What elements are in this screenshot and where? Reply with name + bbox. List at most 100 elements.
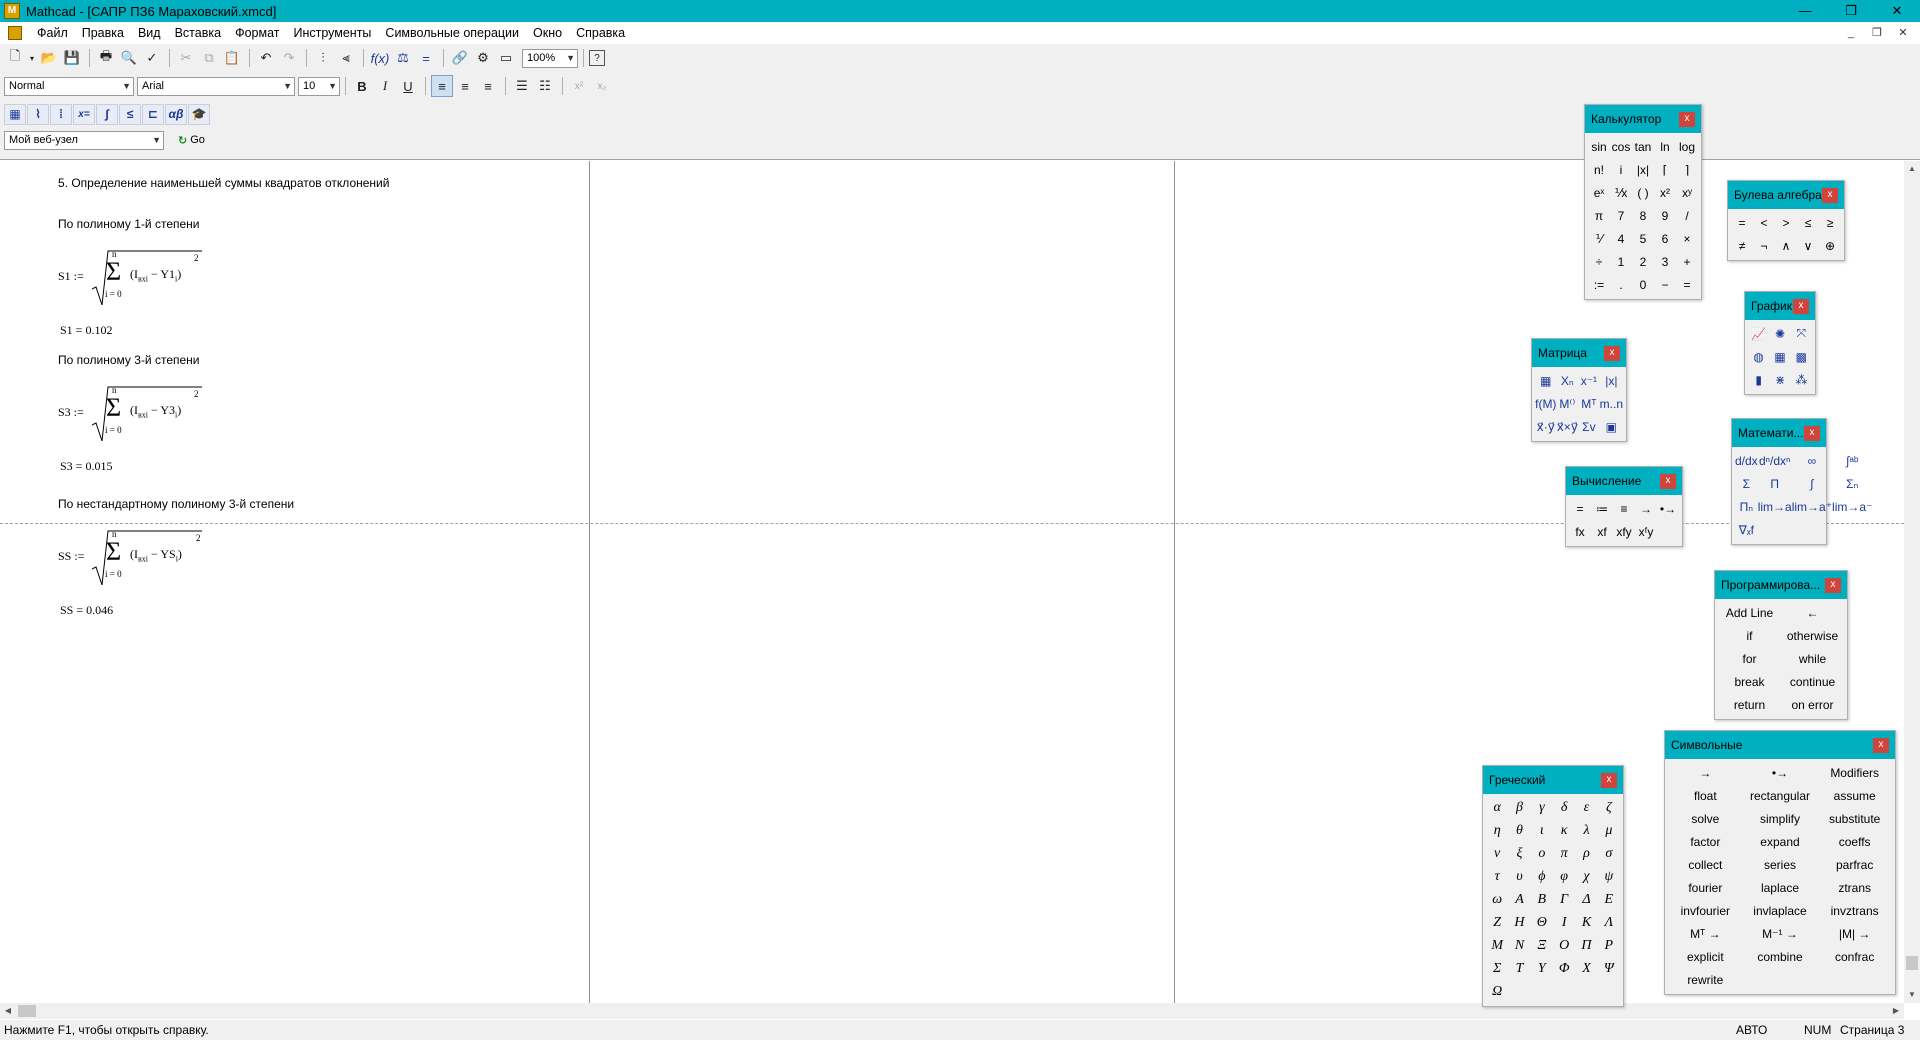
matrix-palette-button[interactable]: ▣ [1600, 415, 1623, 438]
greek-palette-button[interactable]: Θ [1531, 911, 1553, 934]
calculus-palette-button[interactable]: ∫ [1792, 472, 1832, 495]
matrix-palette-button[interactable]: Mᵀ [1578, 392, 1600, 415]
boolean-toolbar-icon[interactable]: ≤ [119, 103, 141, 125]
symbolic-palette-button[interactable]: series [1743, 853, 1818, 876]
text-region-degree1[interactable]: По полиному 1-й степени [58, 217, 200, 231]
evaluation-palette-button[interactable]: = [1569, 497, 1591, 520]
graph-palette-button[interactable]: ⋇ [1769, 368, 1790, 391]
subscript-icon[interactable]: x₂ [591, 75, 613, 97]
insert-hyperlink-icon[interactable]: 🔗 [449, 47, 471, 69]
font-select[interactable]: Arial ▼ [137, 76, 295, 96]
align-right-icon[interactable]: ≡ [477, 75, 499, 97]
calculator-palette-button[interactable]: ⌉ [1676, 158, 1698, 181]
matrix-palette-button[interactable]: ▦ [1535, 369, 1557, 392]
matrix-palette-button[interactable]: f(M) [1535, 392, 1557, 415]
result-ss[interactable]: SS = 0.046 [60, 603, 113, 618]
calculator-palette-button[interactable]: ⌈ [1654, 158, 1676, 181]
open-folder-icon[interactable]: 📂 [38, 47, 60, 69]
graph-palette-button[interactable]: ⤧ [1791, 322, 1812, 345]
calculator-palette-button[interactable]: 5 [1632, 227, 1654, 250]
go-button[interactable]: ↻ Go [172, 130, 211, 150]
menu-file[interactable]: Файл [30, 22, 75, 44]
undo-icon[interactable]: ↶ [255, 47, 277, 69]
symbolic-palette-button[interactable]: invztrans [1817, 899, 1892, 922]
boolean-palette-button[interactable]: ¬ [1753, 234, 1775, 257]
formula-ss[interactable]: SS := n Σ i = 0 (Iвхi − YSi) 2 [58, 527, 222, 587]
menu-insert[interactable]: Вставка [168, 22, 228, 44]
greek-palette-button[interactable]: υ [1508, 865, 1530, 888]
close-button[interactable]: ✕ [1874, 0, 1920, 22]
symbolic-palette-button[interactable]: rewrite [1668, 968, 1743, 991]
greek-palette-button[interactable]: ρ [1575, 842, 1597, 865]
greek-toolbar-icon[interactable]: αβ [165, 103, 187, 125]
matrix-palette-button[interactable]: m..n [1600, 392, 1623, 415]
symbolic-palette-button[interactable]: solve [1668, 807, 1743, 830]
symbolic-palette-button[interactable]: confrac [1817, 945, 1892, 968]
palette-title[interactable]: Математи... x [1732, 419, 1826, 447]
greek-palette-button[interactable]: ϕ [1531, 865, 1553, 888]
programming-palette-button[interactable]: return [1718, 693, 1781, 716]
scroll-thumb[interactable] [18, 1005, 36, 1017]
doc-minimize-button[interactable]: _ [1838, 22, 1864, 44]
calculus-palette-button[interactable]: d/dx [1735, 449, 1758, 472]
calculus-palette-button[interactable]: ∞ [1792, 449, 1832, 472]
greek-palette-button[interactable]: Χ [1575, 957, 1597, 980]
greek-palette-button[interactable]: σ [1598, 842, 1620, 865]
evaluation-palette-button[interactable]: ≡ [1613, 497, 1635, 520]
greek-palette-button[interactable]: Ω [1486, 980, 1508, 1003]
calculator-palette-button[interactable]: 2 [1632, 250, 1654, 273]
greek-palette-button[interactable]: Α [1508, 888, 1530, 911]
calculus-palette-button[interactable]: Πₙ [1735, 495, 1758, 518]
web-node-select[interactable]: Мой веб-узел ▼ [4, 130, 164, 150]
symbolic-palette-button[interactable]: |M| → [1817, 922, 1892, 945]
matrix-palette-button[interactable]: x⁻¹ [1578, 369, 1600, 392]
calculator-palette-button[interactable]: 6 [1654, 227, 1676, 250]
calculus-palette-button[interactable]: Π [1758, 472, 1792, 495]
scroll-right-icon[interactable]: ▶ [1888, 1003, 1904, 1019]
calculator-palette-button[interactable]: n! [1588, 158, 1610, 181]
evaluation-toolbar-icon[interactable]: x= [73, 103, 95, 125]
print-preview-icon[interactable]: 🔍 [118, 47, 140, 69]
greek-palette-button[interactable]: ο [1531, 842, 1553, 865]
print-icon[interactable]: 🖶 [95, 47, 117, 69]
greek-palette-button[interactable]: Τ [1508, 957, 1530, 980]
matrix-palette-button[interactable]: x⃗×y⃗ [1557, 415, 1579, 438]
symbolic-palette-button[interactable]: explicit [1668, 945, 1743, 968]
greek-palette-button[interactable]: λ [1575, 819, 1597, 842]
calculator-palette-button[interactable]: . [1610, 273, 1632, 296]
menu-window[interactable]: Окно [526, 22, 569, 44]
boolean-palette-button[interactable]: ≠ [1731, 234, 1753, 257]
symbolic-palette-button[interactable]: substitute [1817, 807, 1892, 830]
symbolic-palette-button[interactable]: parfrac [1817, 853, 1892, 876]
matrix-palette-button[interactable]: Σv [1578, 415, 1600, 438]
formula-s3[interactable]: S3 := n Σ i = 0 (Iвхi − Y3i) 2 [58, 383, 218, 443]
greek-palette-button[interactable]: Β [1531, 888, 1553, 911]
programming-palette-button[interactable]: on error [1781, 693, 1844, 716]
document-icon[interactable] [8, 26, 22, 40]
cut-icon[interactable]: ✂ [175, 47, 197, 69]
symbolic-palette-button[interactable]: factor [1668, 830, 1743, 853]
doc-restore-button[interactable]: ❐ [1864, 22, 1890, 44]
superscript-icon[interactable]: x² [568, 75, 590, 97]
graph-palette-button[interactable]: ▩ [1791, 345, 1812, 368]
calculator-palette-button[interactable]: 7 [1610, 204, 1632, 227]
graph-palette-button[interactable]: ⁂ [1791, 368, 1812, 391]
greek-palette-button[interactable]: Η [1508, 911, 1530, 934]
menu-tools[interactable]: Инструменты [286, 22, 378, 44]
close-icon[interactable]: x [1873, 738, 1889, 753]
palette-title[interactable]: Греческий x [1483, 766, 1623, 794]
mathcad-app-icon[interactable]: M [4, 3, 20, 19]
calculator-palette-button[interactable]: xʸ [1676, 181, 1698, 204]
greek-palette-button[interactable]: ι [1531, 819, 1553, 842]
greek-palette-button[interactable]: χ [1575, 865, 1597, 888]
calculus-palette-button[interactable]: lim→a⁻ [1832, 495, 1872, 518]
symbolic-toolbar-icon[interactable]: 🎓 [188, 103, 210, 125]
programming-palette-button[interactable]: for [1718, 647, 1781, 670]
doc-close-button[interactable]: ✕ [1890, 22, 1916, 44]
menu-symbolics[interactable]: Символьные операции [378, 22, 526, 44]
symbolic-palette-button[interactable]: collect [1668, 853, 1743, 876]
scroll-left-icon[interactable]: ◀ [0, 1003, 16, 1019]
close-icon[interactable]: x [1601, 773, 1617, 788]
greek-palette-button[interactable]: ζ [1598, 796, 1620, 819]
align-center-icon[interactable]: ≡ [454, 75, 476, 97]
